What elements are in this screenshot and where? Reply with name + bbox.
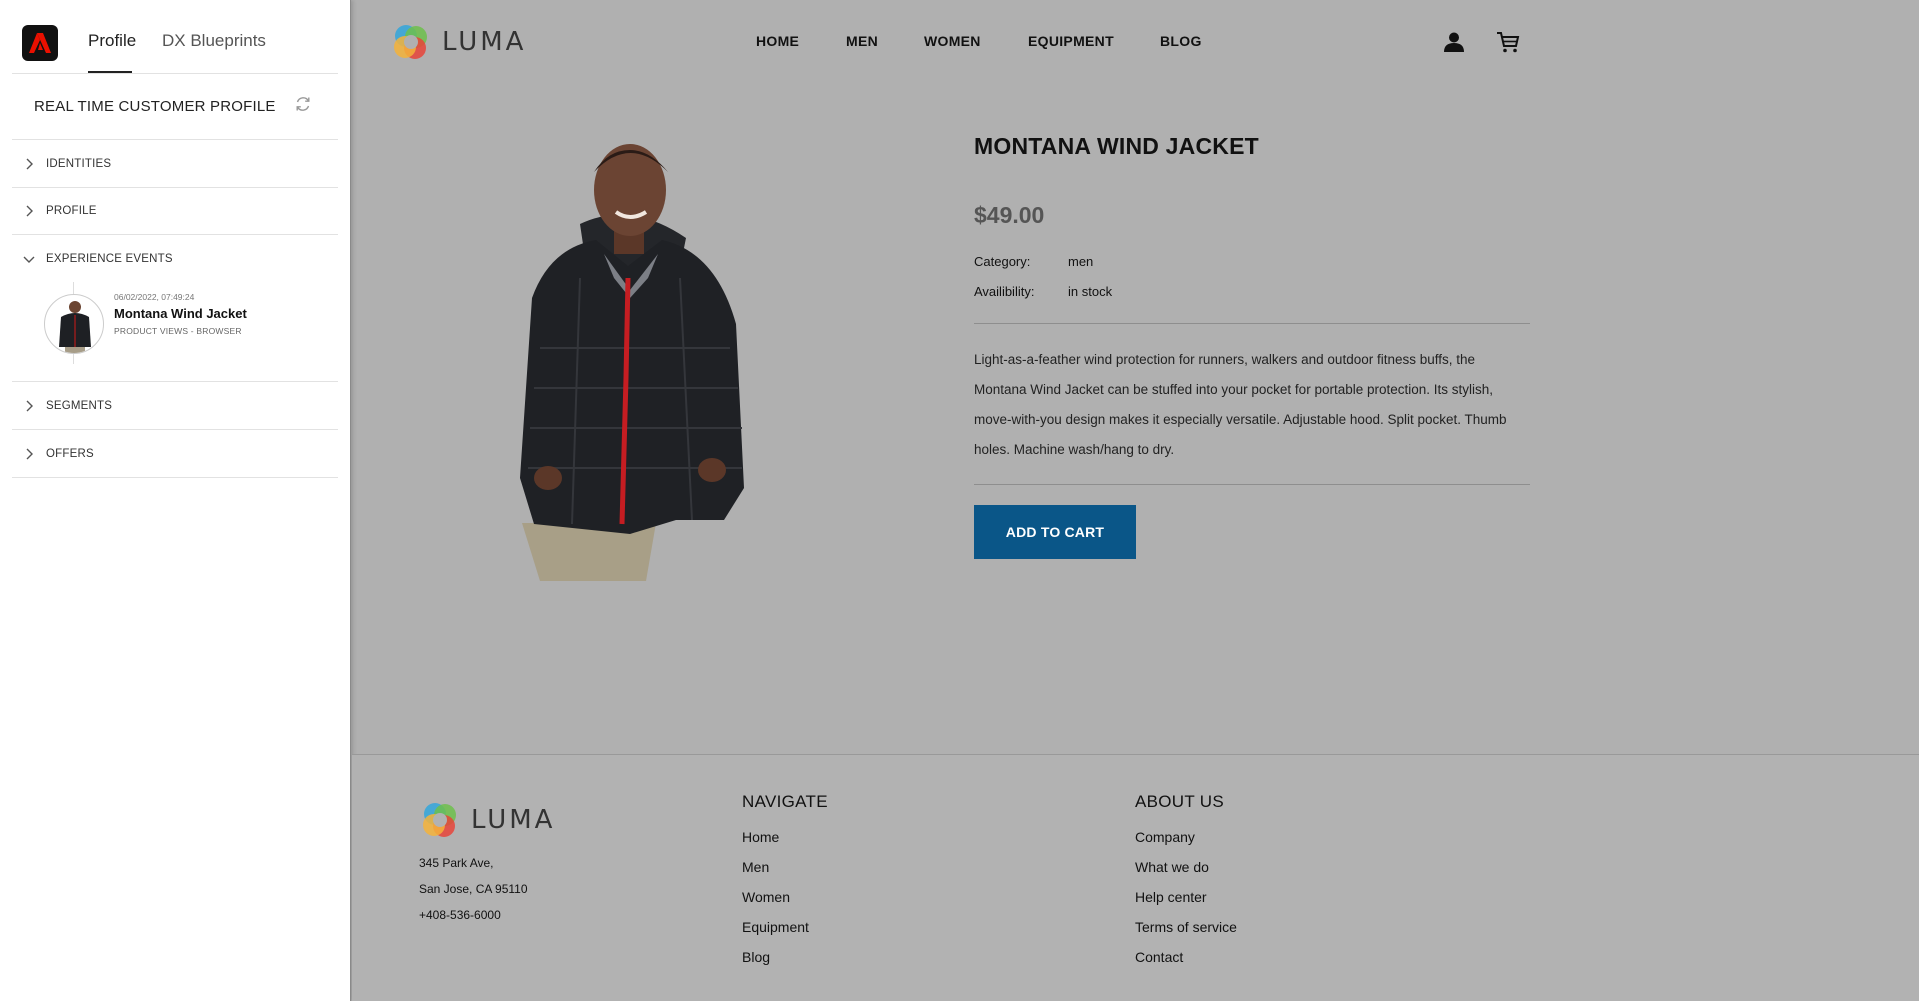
brand-name: LUMA xyxy=(442,27,527,57)
user-icon[interactable] xyxy=(1443,31,1465,53)
footer-link-equipment[interactable]: Equipment xyxy=(742,919,809,935)
divider xyxy=(12,73,338,74)
chevron-right-icon xyxy=(12,205,46,217)
product-price: $49.00 xyxy=(974,202,1045,228)
event-timestamp: 06/02/2022, 07:49:24 xyxy=(114,292,195,302)
section-identities[interactable]: IDENTITIES xyxy=(12,139,338,188)
product-title: MONTANA WIND JACKET xyxy=(974,133,1259,159)
profile-panel: Profile DX Blueprints REAL TIME CUSTOMER… xyxy=(0,0,351,1001)
panel-title: REAL TIME CUSTOMER PROFILE xyxy=(34,98,276,115)
chevron-right-icon xyxy=(12,158,46,170)
tab-profile[interactable]: Profile xyxy=(88,31,136,51)
footer: LUMA 345 Park Ave, San Jose, CA 95110 +4… xyxy=(352,754,1919,1001)
section-label: OFFERS xyxy=(46,447,94,460)
product-image xyxy=(520,144,744,581)
brand-name: LUMA xyxy=(471,805,556,835)
footer-link-what-we-do[interactable]: What we do xyxy=(1135,859,1209,875)
footer-link-terms[interactable]: Terms of service xyxy=(1135,919,1237,935)
address-line: San Jose, CA 95110 xyxy=(419,882,528,896)
section-profile[interactable]: PROFILE xyxy=(12,187,338,235)
section-label: SEGMENTS xyxy=(46,399,113,412)
luma-logo-icon xyxy=(423,803,456,837)
chevron-right-icon xyxy=(12,400,46,412)
cart-icon[interactable] xyxy=(1496,31,1520,54)
category-label: Category: xyxy=(974,254,1031,269)
footer-link-help-center[interactable]: Help center xyxy=(1135,889,1207,905)
chevron-right-icon xyxy=(12,448,46,460)
section-segments[interactable]: SEGMENTS xyxy=(12,382,338,430)
footer-link-blog[interactable]: Blog xyxy=(742,949,770,965)
section-label: EXPERIENCE EVENTS xyxy=(46,252,173,265)
section-label: IDENTITIES xyxy=(46,157,112,170)
event-source: PRODUCT VIEWS - BROWSER xyxy=(114,326,242,336)
footer-about-title: ABOUT US xyxy=(1135,792,1224,811)
address-line: 345 Park Ave, xyxy=(419,856,494,870)
footer-link-women[interactable]: Women xyxy=(742,889,790,905)
refresh-icon[interactable] xyxy=(293,94,313,114)
section-experience-events[interactable]: EXPERIENCE EVENTS 06/02/2022, 07:49:24 M… xyxy=(12,235,338,382)
category-value: men xyxy=(1068,254,1094,269)
nav-equipment[interactable]: EQUIPMENT xyxy=(1028,33,1114,49)
footer-luma-logo[interactable]: LUMA xyxy=(419,799,555,841)
storefront: LUMA HOME MEN WOMEN EQUIPMENT BLOG MONTA… xyxy=(352,0,1919,1001)
footer-navigate-title: NAVIGATE xyxy=(742,792,828,811)
divider xyxy=(974,484,1530,485)
nav-home[interactable]: HOME xyxy=(756,33,799,49)
divider xyxy=(974,323,1530,324)
luma-logo[interactable]: LUMA xyxy=(390,21,526,63)
experience-event-item[interactable]: 06/02/2022, 07:49:24 Montana Wind Jacket… xyxy=(12,282,338,381)
footer-link-home[interactable]: Home xyxy=(742,829,779,845)
chevron-down-icon xyxy=(12,255,46,263)
adobe-logo-icon[interactable] xyxy=(22,25,58,61)
tab-dx-blueprints[interactable]: DX Blueprints xyxy=(162,31,266,51)
footer-link-contact[interactable]: Contact xyxy=(1135,949,1183,965)
phone-number: +408-536-6000 xyxy=(419,908,501,922)
nav-men[interactable]: MEN xyxy=(846,33,878,49)
availability-value: in stock xyxy=(1068,284,1113,299)
footer-link-men[interactable]: Men xyxy=(742,859,769,875)
event-product-name: Montana Wind Jacket xyxy=(114,306,247,321)
luma-logo-icon xyxy=(394,25,427,59)
section-offers[interactable]: OFFERS xyxy=(12,430,338,478)
add-to-cart-button[interactable]: ADD TO CART xyxy=(974,505,1136,559)
footer-link-company[interactable]: Company xyxy=(1135,829,1195,845)
nav-women[interactable]: WOMEN xyxy=(924,33,981,49)
product-description: Light-as-a-feather wind protection for r… xyxy=(974,352,1507,457)
section-label: PROFILE xyxy=(46,204,97,217)
event-thumbnail xyxy=(44,294,104,354)
nav-blog[interactable]: BLOG xyxy=(1160,33,1202,49)
availability-label: Availibility: xyxy=(974,284,1035,299)
